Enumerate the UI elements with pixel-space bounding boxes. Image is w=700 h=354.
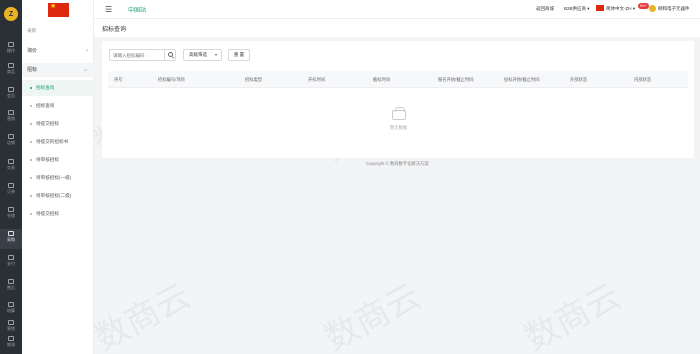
notification-badge[interactable]: 99+ — [638, 3, 649, 9]
aftersale-icon — [8, 279, 14, 284]
logistics-icon — [8, 336, 14, 341]
rail-item-8[interactable]: 采购 — [0, 229, 22, 249]
rail-item-4[interactable]: 店铺 — [0, 132, 22, 152]
column-header[interactable]: 报名开始/截止时间 — [438, 71, 474, 88]
member-icon — [8, 87, 14, 92]
table-header: 序号 招标编号/项目 招标类型 开标时间 截标时间 报名开始/截止时间 投标开始… — [108, 71, 688, 88]
marketing-icon — [8, 110, 14, 115]
page-title: 招标查询 — [102, 27, 127, 33]
column-header[interactable]: 开标时间 — [308, 71, 325, 88]
rail-item-13[interactable]: 物流 — [0, 334, 22, 354]
language-flag-icon — [596, 5, 604, 11]
brand-logo[interactable]: Z — [4, 7, 18, 21]
chevron-down-icon: ⌄ — [82, 67, 88, 73]
rail-item-11[interactable]: 结算 — [0, 300, 22, 320]
watermark: 数商云 — [314, 269, 427, 354]
order-icon — [8, 183, 14, 188]
column-header[interactable]: 招标编号/项目 — [158, 71, 185, 88]
title-bar: 招标查询 — [94, 19, 700, 37]
caret-down-icon: ▾ — [214, 52, 217, 57]
back-to-mall-link[interactable]: 返回商城 — [536, 5, 554, 13]
promo-icon — [8, 320, 14, 325]
sidebar-item-review-level1[interactable]: 待审核招标(一级) — [22, 170, 94, 186]
top-bar: ☰ 中国站 返回商城 B2B供应商 ▾ 简体中文-ZH ▾ 99+ 颐和电子元器… — [94, 0, 700, 19]
sidebar: ★ 采购 询价 › 招标 ⌄ 招标查询 招标查询 待提交招标 待提交的招标书 待… — [22, 0, 94, 354]
column-header[interactable]: 序号 — [114, 71, 123, 88]
rail-item-0[interactable]: 操作 — [0, 40, 22, 60]
supplier-dropdown[interactable]: B2B供应商 ▾ — [564, 5, 590, 13]
column-header[interactable]: 外部状态 — [570, 71, 587, 88]
site-name[interactable]: 中国站 — [128, 5, 146, 14]
sidebar-item-tender-query-2[interactable]: 招标查询 — [22, 98, 94, 114]
copyright: Copyright © 数商数字化解决方案 — [366, 161, 429, 166]
china-flag-icon: ★ — [48, 3, 69, 17]
sidebar-item-pending-submit-2[interactable]: 待提交招标 — [22, 206, 94, 222]
column-header[interactable]: 截标时间 — [373, 71, 390, 88]
column-header[interactable]: 内部状态 — [634, 71, 651, 88]
rail-item-1[interactable]: 商品 — [0, 61, 22, 81]
chevron-right-icon: › — [86, 48, 88, 54]
column-header[interactable]: 投标开始/截止时间 — [504, 71, 540, 88]
icon-rail: Z 操作 商品 会员 营销 店铺 交易 订单 仓储 采购 支付 售后 结算 营销… — [0, 0, 22, 354]
sidebar-item-pending-submit[interactable]: 待提交招标 — [22, 116, 94, 132]
sidebar-item-pending-doc[interactable]: 待提交的招标书 — [22, 134, 94, 150]
warehouse-icon — [8, 207, 14, 212]
home-icon — [8, 42, 14, 47]
settle-icon — [8, 302, 14, 307]
rail-item-6[interactable]: 订单 — [0, 181, 22, 201]
empty-state-text: 暂无数据 — [390, 125, 408, 130]
avatar[interactable] — [649, 5, 656, 12]
rail-item-10[interactable]: 售后 — [0, 277, 22, 297]
column-header[interactable]: 招标类型 — [245, 71, 262, 88]
sidebar-item-review-level2[interactable]: 待审核招标(二级) — [22, 188, 94, 204]
main-card: 高级筛选 ▾ 重 置 序号 招标编号/项目 招标类型 开标时间 截标时间 报名开… — [102, 41, 694, 158]
sidebar-section-title: 采购 — [27, 28, 36, 33]
watermark: 数商云 — [84, 269, 197, 354]
sidebar-group-tender[interactable]: 招标 ⌄ — [22, 63, 94, 77]
trade-icon — [8, 159, 14, 164]
reset-button[interactable]: 重 置 — [228, 49, 250, 61]
sidebar-group-inquiry[interactable]: 询价 › — [22, 44, 94, 58]
watermark: 数商云 — [514, 269, 627, 354]
advanced-filter-button[interactable]: 高级筛选 ▾ — [183, 49, 222, 61]
rail-item-7[interactable]: 仓储 — [0, 205, 22, 225]
menu-toggle-icon[interactable]: ☰ — [105, 6, 112, 14]
search-input[interactable] — [109, 49, 167, 61]
rail-item-3[interactable]: 营销 — [0, 108, 22, 128]
rail-item-9[interactable]: 支付 — [0, 253, 22, 273]
purchase-icon — [8, 231, 14, 236]
search-button[interactable] — [164, 49, 176, 61]
rail-item-5[interactable]: 交易 — [0, 157, 22, 177]
rail-item-2[interactable]: 会员 — [0, 85, 22, 105]
pay-icon — [8, 255, 14, 260]
empty-box-icon — [392, 107, 406, 120]
goods-icon — [8, 63, 14, 68]
shop-icon — [8, 134, 14, 139]
sidebar-item-tender-query[interactable]: 招标查询 — [22, 80, 94, 96]
user-name[interactable]: 颐和电子元器件 — [658, 5, 690, 13]
sidebar-item-pending-review[interactable]: 待审核招标 — [22, 152, 94, 168]
language-select[interactable]: 简体中文-ZH ▾ — [606, 5, 635, 13]
